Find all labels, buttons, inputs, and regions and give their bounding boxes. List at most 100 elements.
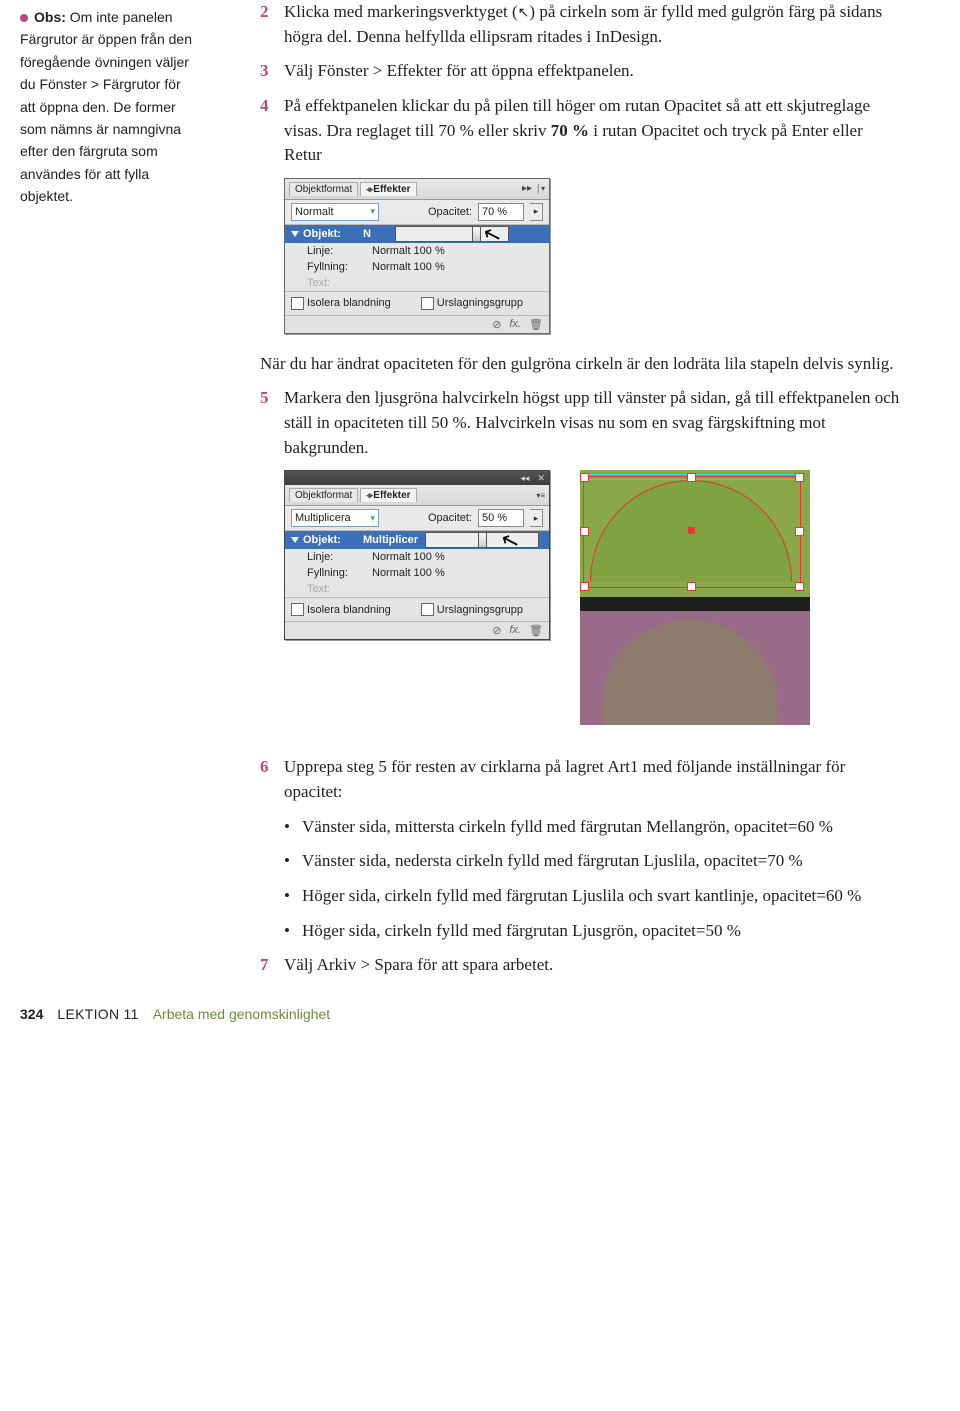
opacity-slider[interactable] <box>395 226 509 242</box>
opacity-slider-2[interactable] <box>425 532 539 548</box>
step-3-text: Välj Fönster > Effekter för att öppna ef… <box>284 59 634 84</box>
checkbox-icon <box>291 297 304 310</box>
slider-thumb-2[interactable] <box>478 532 487 548</box>
line-attr: Linje:Normalt 100 % <box>285 243 549 259</box>
bullet-dot-icon: • <box>284 919 302 944</box>
mid-paragraph: När du har ändrat opaciteten för den gul… <box>260 352 900 377</box>
opacity-dropdown-button-2[interactable]: ▸ <box>530 509 543 527</box>
bullet-dot-icon: • <box>284 849 302 874</box>
tab-effekter-label: Effekter <box>373 184 410 195</box>
sel-handle <box>795 473 804 482</box>
sel-handle <box>580 473 589 482</box>
blendmode-select[interactable]: Normalt ▾ <box>291 203 379 221</box>
opacity-label: Opacitet: <box>428 206 472 218</box>
isolate-label-2: Isolera blandning <box>307 604 391 616</box>
lesson-label: LEKTION 11 <box>57 1006 138 1022</box>
page-number: 324 <box>20 1006 43 1022</box>
sel-handle <box>795 582 804 591</box>
sidebar-note: Obs: Om inte panelen Färgrutor är öppen … <box>20 6 195 208</box>
blendmode-select-2[interactable]: Multiplicera ▾ <box>291 509 379 527</box>
object-value-2: Multiplicer <box>363 534 418 546</box>
step-num-4: 4 <box>260 94 284 168</box>
panel1-footer: ⊘ fx. 🗑 <box>285 315 549 333</box>
tab-effekter[interactable]: ◂▸Effekter <box>360 182 416 196</box>
tab-arrows-icon: ◂▸ <box>366 490 371 500</box>
slider-thumb[interactable] <box>472 226 481 242</box>
panel1-tabbar: Objektformat ◂▸Effekter ▸▸ │▾ <box>285 179 549 200</box>
bullet-3-text: Höger sida, cirkeln fylld med färgrutan … <box>302 884 861 909</box>
tab-effekter-2-label: Effekter <box>373 490 410 501</box>
tab-objektformat[interactable]: Objektformat <box>289 182 358 196</box>
tab-objektformat-2[interactable]: Objektformat <box>289 488 358 502</box>
close-icon[interactable]: ✕ <box>537 473 545 484</box>
panel-menu-icon-2[interactable]: ▾≡ <box>536 491 545 500</box>
opacity-label-2: Opacitet: <box>428 512 472 524</box>
opacity-slider-popup-2 <box>425 532 539 548</box>
bullet-dot-icon: • <box>284 815 302 840</box>
step-4-text: På effektpanelen klickar du på pilen til… <box>284 94 900 168</box>
panel-menu-icon[interactable]: │▾ <box>536 184 545 193</box>
line-k2: Linje: <box>307 551 372 563</box>
line-v: Normalt 100 % <box>372 245 445 257</box>
panel2-footer: ⊘ fx. 🗑 <box>285 621 549 639</box>
bullet-2-text: Vänster sida, nedersta cirkeln fylld med… <box>302 849 803 874</box>
knockout-check-2[interactable]: Urslagningsgrupp <box>421 603 523 616</box>
object-row-2[interactable]: Objekt: Multiplicer <box>285 531 549 549</box>
fx-button-2[interactable]: fx. <box>509 624 521 637</box>
fill-attr-2: Fyllning:Normalt 100 % <box>285 565 549 581</box>
fx-button[interactable]: fx. <box>509 318 521 331</box>
opacity-input-2[interactable]: 50 % <box>478 509 524 527</box>
line-attr-2: Linje:Normalt 100 % <box>285 549 549 565</box>
panel-pin-icon[interactable]: ▸▸ <box>522 183 532 194</box>
panel2-titlebar: ◂◂ ✕ <box>285 471 549 485</box>
effects-panel-2: ◂◂ ✕ Objektformat ◂▸Effekter ▾≡ Multipli… <box>284 470 550 640</box>
object-value: N <box>363 228 371 240</box>
sel-handle <box>580 582 589 591</box>
sel-center <box>688 527 695 534</box>
sel-handle <box>687 473 696 482</box>
text-k: Text: <box>307 277 372 289</box>
panel1-chkrow: Isolera blandning Urslagningsgrupp <box>285 291 549 315</box>
knockout-label: Urslagningsgrupp <box>437 297 523 309</box>
panel2-chkrow: Isolera blandning Urslagningsgrupp <box>285 597 549 621</box>
opacity-input[interactable]: 70 % <box>478 203 524 221</box>
tab-arrows-icon: ◂▸ <box>366 184 371 194</box>
tab-effekter-2[interactable]: ◂▸Effekter <box>360 488 416 502</box>
checkbox-icon <box>421 603 434 616</box>
fill-attr: Fyllning:Normalt 100 % <box>285 259 549 275</box>
disclosure-triangle-icon <box>291 537 299 543</box>
trash-icon[interactable]: 🗑 <box>529 318 543 331</box>
panel2-tabbar: Objektformat ◂▸Effekter ▾≡ <box>285 485 549 506</box>
panel1-moderow: Normalt ▾ Opacitet: 70 % ▸ <box>285 200 549 225</box>
isolate-check-2[interactable]: Isolera blandning <box>291 603 391 616</box>
note-text: Om inte panelen Färgrutor är öppen från … <box>20 9 192 204</box>
step-num-5: 5 <box>260 386 284 460</box>
page-footer: 324 LEKTION 11 Arbeta med genomskinlighe… <box>20 1006 330 1022</box>
text-attr-2: Text: <box>285 581 549 597</box>
preview-mid-circle <box>602 620 778 725</box>
chevron-down-icon: ▾ <box>370 206 375 217</box>
object-row[interactable]: Objekt: N <box>285 225 549 243</box>
step-2-text: Klicka med markeringsverktyget (↖) på ci… <box>284 0 900 49</box>
trash-icon-2[interactable]: 🗑 <box>529 624 543 637</box>
isolate-check[interactable]: Isolera blandning <box>291 297 391 310</box>
canvas-preview <box>580 470 810 725</box>
disclosure-triangle-icon <box>291 231 299 237</box>
step-3: 3 Välj Fönster > Effekter för att öppna … <box>260 59 900 84</box>
checkbox-icon <box>291 603 304 616</box>
effects-panel-1: Objektformat ◂▸Effekter ▸▸ │▾ Normalt ▾ … <box>284 178 550 334</box>
bullet-4: •Höger sida, cirkeln fylld med färgrutan… <box>260 919 900 944</box>
main-content: 2 Klicka med markeringsverktyget (↖) på … <box>260 0 900 978</box>
text-attr: Text: <box>285 275 549 291</box>
collapse-icon[interactable]: ◂◂ <box>520 473 529 484</box>
lesson-title: Arbeta med genomskinlighet <box>153 1006 330 1022</box>
clear-override-icon[interactable]: ⊘ <box>492 318 501 331</box>
opacity-dropdown-button[interactable]: ▸ <box>530 203 543 221</box>
step-6: 6 Upprepa steg 5 för resten av cirklarna… <box>260 755 900 804</box>
knockout-check[interactable]: Urslagningsgrupp <box>421 297 523 310</box>
fill-k2: Fyllning: <box>307 567 372 579</box>
bullet-4-text: Höger sida, cirkeln fylld med färgrutan … <box>302 919 741 944</box>
chevron-down-icon: ▾ <box>370 513 375 524</box>
clear-override-icon-2[interactable]: ⊘ <box>492 624 501 637</box>
sel-handle <box>795 527 804 536</box>
